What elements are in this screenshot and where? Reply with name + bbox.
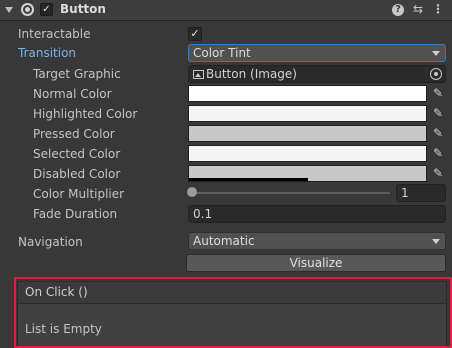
highlight-outline — [14, 277, 452, 348]
target-graphic-label: Target Graphic — [33, 67, 121, 81]
normal-color-label: Normal Color — [33, 87, 112, 101]
interactable-label: Interactable — [18, 27, 91, 41]
fade-duration-input[interactable]: 0.1 — [188, 205, 446, 223]
transition-label: Transition — [18, 46, 77, 60]
eyedropper-icon[interactable]: ✎ — [430, 85, 446, 102]
interactable-checkbox[interactable]: ✓ — [188, 27, 202, 41]
disabled-color-label: Disabled Color — [33, 167, 121, 181]
foldout-arrow-icon[interactable] — [5, 7, 13, 13]
component-header: ✓ Button ? ⇆ ⋮ — [0, 0, 452, 21]
chevron-down-icon — [432, 239, 440, 244]
selected-color-label: Selected Color — [33, 147, 121, 161]
image-icon — [193, 70, 204, 79]
selected-color-swatch[interactable] — [188, 145, 427, 162]
target-graphic-value: Button (Image) — [206, 67, 297, 81]
normal-color-swatch[interactable] — [188, 85, 427, 102]
button-component-icon — [21, 3, 34, 16]
presets-icon[interactable]: ⇆ — [411, 2, 425, 16]
transition-dropdown[interactable]: Color Tint — [188, 44, 446, 62]
disabled-color-swatch[interactable] — [188, 165, 427, 182]
chevron-down-icon — [432, 51, 440, 56]
visualize-button[interactable]: Visualize — [186, 254, 446, 272]
highlighted-color-swatch[interactable] — [188, 105, 427, 122]
pressed-color-label: Pressed Color — [33, 127, 115, 141]
navigation-value: Automatic — [193, 234, 255, 248]
object-picker-icon[interactable] — [430, 68, 442, 80]
component-enabled-checkbox[interactable]: ✓ — [40, 3, 53, 16]
component-title: Button — [60, 2, 106, 16]
color-multiplier-slider-track[interactable] — [192, 192, 390, 194]
context-menu-icon[interactable]: ⋮ — [431, 2, 445, 16]
color-multiplier-label: Color Multiplier — [33, 187, 125, 201]
target-graphic-field[interactable]: Button (Image) — [188, 65, 446, 83]
eyedropper-icon[interactable]: ✎ — [430, 125, 446, 142]
fade-duration-label: Fade Duration — [33, 207, 118, 221]
navigation-label: Navigation — [18, 235, 83, 249]
transition-value: Color Tint — [193, 46, 251, 60]
highlighted-color-label: Highlighted Color — [33, 107, 138, 121]
color-multiplier-slider-thumb[interactable] — [187, 187, 197, 197]
pressed-color-swatch[interactable] — [188, 125, 427, 142]
eyedropper-icon[interactable]: ✎ — [430, 145, 446, 162]
help-icon[interactable]: ? — [392, 4, 404, 16]
color-multiplier-input[interactable]: 1 — [396, 184, 446, 202]
navigation-dropdown[interactable]: Automatic — [188, 232, 446, 250]
alpha-bar — [189, 178, 308, 181]
eyedropper-icon[interactable]: ✎ — [430, 165, 446, 182]
eyedropper-icon[interactable]: ✎ — [430, 105, 446, 122]
